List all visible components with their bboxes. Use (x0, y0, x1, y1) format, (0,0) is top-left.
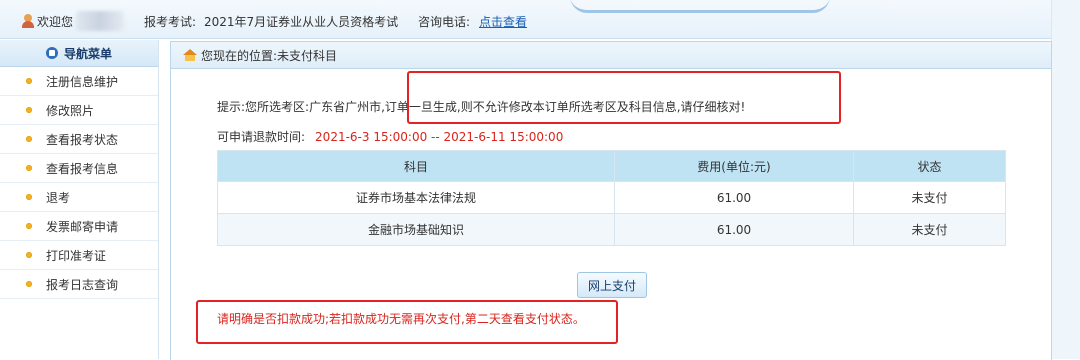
home-icon (183, 49, 197, 61)
user-icon (22, 14, 34, 28)
right-edge-strip (1051, 0, 1080, 359)
sidebar-item-label: 发票邮寄申请 (46, 219, 119, 234)
notice-prefix: 提示:您所选考区:广东省广州市, (217, 100, 385, 114)
consult-link[interactable]: 点击查看 (479, 13, 527, 30)
sidebar-item-exam-status[interactable]: 查看报考状态 (0, 125, 158, 154)
column-header-status: 状态 (853, 150, 1006, 182)
status-cell: 未支付 (853, 181, 1006, 214)
fee-cell: 61.00 (614, 181, 854, 214)
nav-title: 导航菜单 (63, 46, 112, 61)
subject-cell: 证券市场基本法律法规 (217, 181, 615, 214)
exam-value: 2021年7月证券业从业人员资格考试 (204, 15, 399, 29)
annotation-box-notice (407, 71, 841, 124)
breadcrumb: 您现在的位置:未支付科目 (171, 42, 1051, 69)
sidebar-item-edit-photo[interactable]: 修改照片 (0, 96, 158, 125)
sidebar: 导航菜单 注册信息维护 修改照片 查看报考状态 查看报考信息 退考 发票邮寄申请… (0, 40, 159, 359)
bullet-icon (26, 281, 32, 287)
bullet-icon (26, 194, 32, 200)
consult-label: 咨询电话: (418, 15, 471, 29)
fee-cell: 61.00 (614, 213, 854, 246)
sidebar-item-register-info[interactable]: 注册信息维护 (0, 67, 158, 96)
sidebar-item-exam-info[interactable]: 查看报考信息 (0, 154, 158, 183)
menu-icon (45, 47, 58, 59)
refund-time: 2021-6-3 15:00:00 -- 2021-6-11 15:00:00 (315, 130, 564, 144)
sidebar-item-label: 注册信息维护 (46, 74, 119, 89)
banner-decoration (570, 0, 830, 13)
bullet-icon (26, 136, 32, 142)
sidebar-item-label: 查看报考状态 (46, 132, 119, 147)
bullet-icon (26, 252, 32, 258)
table-row: 证券市场基本法律法规 61.00 未支付 (217, 181, 1006, 214)
refund-period: 可申请退款时间: 2021-6-3 15:00:00 -- 2021-6-11 1… (217, 128, 563, 145)
sidebar-item-log-query[interactable]: 报考日志查询 (0, 270, 158, 299)
bullet-icon (26, 107, 32, 113)
nav-header: 导航菜单 (0, 40, 158, 67)
annotation-box-warning (196, 300, 618, 344)
subject-cell: 金融市场基础知识 (217, 213, 615, 246)
sidebar-item-label: 退考 (46, 190, 71, 205)
status-cell: 未支付 (853, 213, 1006, 246)
column-header-subject: 科目 (217, 150, 615, 182)
sidebar-item-admission-ticket[interactable]: 打印准考证 (0, 241, 158, 270)
breadcrumb-text: 您现在的位置:未支付科目 (201, 48, 338, 63)
table-header-row: 科目 费用(单位:元) 状态 (217, 150, 1006, 182)
sidebar-item-invoice[interactable]: 发票邮寄申请 (0, 212, 158, 241)
bullet-icon (26, 223, 32, 229)
sidebar-item-withdraw[interactable]: 退考 (0, 183, 158, 212)
exam-label: 报考考试: (144, 15, 197, 29)
sidebar-item-label: 修改照片 (46, 103, 95, 118)
bullet-icon (26, 78, 32, 84)
top-bar: 欢迎您 报考考试: 2021年7月证券业从业人员资格考试 咨询电话: 点击查看 (0, 0, 1080, 39)
blurred-username (76, 11, 124, 31)
refund-label: 可申请退款时间: (217, 130, 306, 144)
bullet-icon (26, 165, 32, 171)
table-row: 金融市场基础知识 61.00 未支付 (217, 213, 1006, 246)
sidebar-item-label: 打印准考证 (46, 248, 107, 263)
sidebar-item-label: 报考日志查询 (46, 277, 119, 292)
sidebar-item-label: 查看报考信息 (46, 161, 119, 176)
online-pay-button[interactable]: 网上支付 (577, 272, 647, 298)
unpaid-subjects-table: 科目 费用(单位:元) 状态 证券市场基本法律法规 61.00 未支付 金融市场… (217, 150, 1006, 246)
welcome-text: 欢迎您 (37, 15, 74, 29)
column-header-fee: 费用(单位:元) (614, 150, 854, 182)
